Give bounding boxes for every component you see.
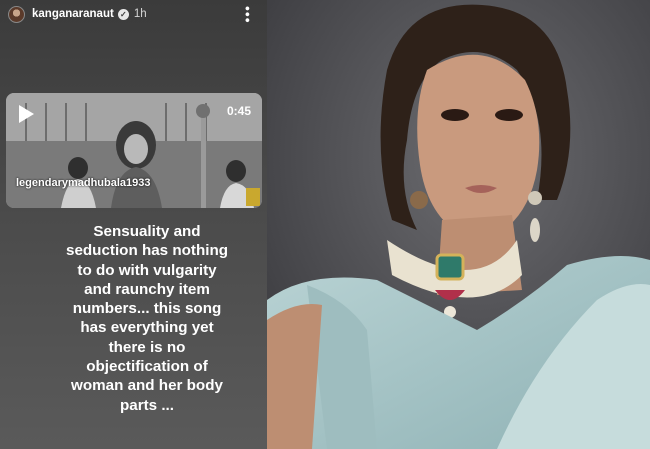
- story-username[interactable]: kanganaranaut: [32, 8, 114, 20]
- video-thumbnail: [6, 93, 262, 208]
- story-time: 1h: [133, 8, 147, 20]
- story-header: kanganaranaut ✓ 1h •••: [8, 4, 259, 24]
- avatar[interactable]: [8, 5, 25, 23]
- video-duration: 0:45: [226, 104, 251, 118]
- more-icon[interactable]: •••: [240, 6, 256, 24]
- video-card[interactable]: 0:45 legendarymadhubala1933: [6, 93, 262, 208]
- play-icon[interactable]: [19, 105, 34, 123]
- instagram-story-panel: kanganaranaut ✓ 1h ••• 0:45 legendarymad…: [0, 0, 267, 449]
- video-handle[interactable]: legendarymadhubala1933: [16, 177, 151, 189]
- portrait-image: [267, 0, 650, 449]
- verified-icon: ✓: [117, 8, 129, 20]
- portrait-photo: [267, 0, 650, 449]
- story-caption: Sensuality and seduction has nothing to …: [66, 223, 228, 414]
